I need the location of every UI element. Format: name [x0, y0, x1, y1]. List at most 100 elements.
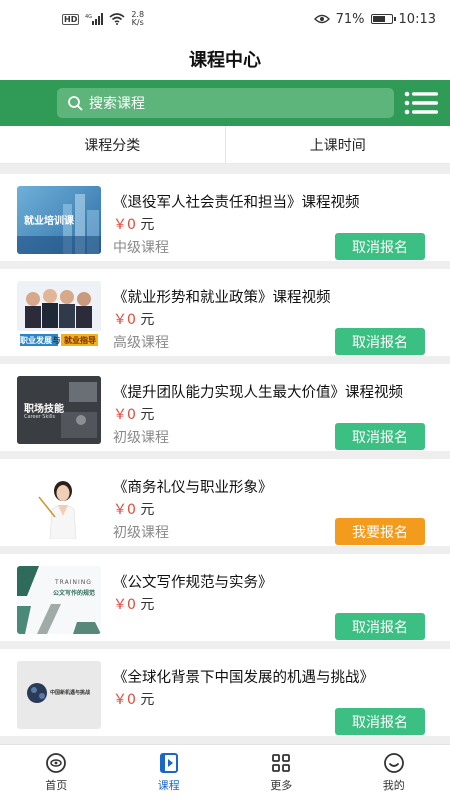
cancel-enroll-button[interactable]: 取消报名: [335, 708, 425, 735]
tab-label: 首页: [45, 779, 68, 792]
price-unit: 元: [140, 312, 155, 328]
speed-unit: K/s: [131, 18, 144, 27]
course-item[interactable]: 中国新机遇与挑战 《全球化背景下中国发展的机遇与挑战》 ￥0 元 取消报名: [0, 649, 450, 736]
course-thumbnail: 职场技能 Career Skills: [17, 376, 101, 444]
course-price: ￥0 元: [113, 499, 154, 519]
thumbnail-subcaption: 公文写作的规范: [53, 590, 96, 597]
presenter-woman-image: [17, 471, 101, 539]
tab-home[interactable]: 首页: [0, 745, 113, 800]
clock: 10:13: [398, 11, 436, 27]
course-thumbnail: [17, 471, 101, 539]
price-currency: ￥: [113, 692, 127, 708]
course-item[interactable]: 职业发展与就业指导 《就业形势和就业政策》课程视频 ￥0 元 高级课程 取消报名: [0, 269, 450, 356]
course-thumbnail: TRAINING 公文写作的规范: [17, 566, 101, 634]
page-title-bar: 课程中心: [0, 38, 450, 80]
course-item[interactable]: 就业培训课 《退役军人社会责任和担当》课程视频 ￥0 元 中级课程 取消报名: [0, 174, 450, 261]
tab-label: 课程: [157, 779, 180, 792]
price-currency: ￥: [113, 312, 127, 328]
filter-course-category[interactable]: 课程分类: [0, 126, 225, 163]
price-currency: ￥: [113, 502, 127, 518]
page-title: 课程中心: [189, 50, 261, 71]
svg-text:4G: 4G: [85, 14, 92, 20]
cancel-enroll-button[interactable]: 取消报名: [335, 613, 425, 640]
wifi-icon: [109, 13, 125, 25]
tab-more[interactable]: 更多: [225, 745, 338, 800]
tab-label: 我的: [382, 779, 405, 792]
course-price: ￥0 元: [113, 689, 154, 709]
thumbnail-caption: 中国新机遇与挑战: [50, 690, 91, 696]
status-bar: HD 4G 2.8 K/s 71% 10:13: [0, 0, 450, 38]
thumbnail-caption: 职业发展与就业指导: [20, 334, 100, 346]
smile-icon: [383, 753, 404, 773]
cancel-enroll-button[interactable]: 取消报名: [335, 328, 425, 355]
course-price: ￥0 元: [113, 214, 154, 234]
search-placeholder: 搜索课程: [89, 96, 145, 112]
tab-label: 更多: [270, 779, 293, 792]
price-currency: ￥: [113, 217, 127, 233]
tab-mine[interactable]: 我的: [338, 745, 450, 800]
price-value: 0: [127, 502, 136, 518]
course-price: ￥0 元: [113, 309, 154, 329]
thumbnail-caption-a: 职业发展: [20, 335, 52, 345]
course-item[interactable]: 《商务礼仪与职业形象》 ￥0 元 初级课程 我要报名: [0, 459, 450, 546]
course-title: 《提升团队能力实现人生最大价值》课程视频: [113, 385, 403, 401]
thumbnail-subcaption: Career Skills: [24, 414, 56, 420]
course-list: 就业培训课 《退役军人社会责任和担当》课程视频 ￥0 元 中级课程 取消报名 职…: [0, 164, 450, 744]
thumbnail-caption: 就业培训课: [24, 216, 74, 227]
menu-list-icon[interactable]: [404, 91, 438, 115]
course-level: 高级课程: [113, 335, 169, 351]
battery-percent: 71%: [335, 11, 365, 27]
battery-fill: [372, 16, 385, 22]
cancel-enroll-button[interactable]: 取消报名: [335, 233, 425, 260]
enroll-button[interactable]: 我要报名: [335, 518, 425, 545]
course-play-icon: [159, 753, 178, 773]
course-price: ￥0 元: [113, 594, 154, 614]
price-value: 0: [127, 312, 136, 328]
thumbnail-caption-c: 就业指导: [64, 335, 96, 345]
price-value: 0: [127, 597, 136, 613]
eye-comfort-icon: [313, 14, 330, 24]
course-item[interactable]: TRAINING 公文写作的规范 《公文写作规范与实务》 ￥0 元 取消报名: [0, 554, 450, 641]
price-currency: ￥: [113, 407, 127, 423]
tab-courses[interactable]: 课程: [113, 745, 226, 800]
price-unit: 元: [140, 217, 155, 233]
price-value: 0: [127, 407, 136, 423]
training-banner-image: [17, 566, 101, 634]
course-title: 《退役军人社会责任和担当》课程视频: [113, 195, 360, 211]
course-title: 《公文写作规范与实务》: [113, 575, 273, 591]
bottom-tab-bar: 首页 课程 更多 我的: [0, 744, 450, 800]
filter-bar: 课程分类 上课时间: [0, 126, 450, 164]
search-bar: 搜索课程: [0, 80, 450, 126]
price-value: 0: [127, 217, 136, 233]
course-price: ￥0 元: [113, 404, 154, 424]
price-unit: 元: [140, 407, 155, 423]
status-left: HD 4G 2.8 K/s: [62, 11, 144, 27]
course-title: 《商务礼仪与职业形象》: [113, 480, 273, 496]
filter-class-time[interactable]: 上课时间: [224, 126, 450, 163]
hd-badge: HD: [62, 13, 80, 25]
course-title: 《全球化背景下中国发展的机遇与挑战》: [113, 670, 374, 686]
course-thumbnail: 中国新机遇与挑战: [17, 661, 101, 729]
thumbnail-caption: TRAINING: [55, 579, 92, 586]
price-unit: 元: [140, 692, 155, 708]
thumbnail-caption-b: 与: [52, 335, 61, 345]
course-title: 《就业形势和就业政策》课程视频: [113, 290, 331, 306]
course-thumbnail: 职业发展与就业指导: [17, 281, 101, 349]
price-unit: 元: [140, 597, 155, 613]
cancel-enroll-button[interactable]: 取消报名: [335, 423, 425, 450]
course-level: 初级课程: [113, 430, 169, 446]
course-item[interactable]: 职场技能 Career Skills 《提升团队能力实现人生最大价值》课程视频 …: [0, 364, 450, 451]
eye-icon: [46, 753, 67, 773]
search-icon: [68, 96, 83, 111]
price-currency: ￥: [113, 597, 127, 613]
price-value: 0: [127, 692, 136, 708]
thumbnail-caption: 职场技能: [24, 404, 64, 415]
price-unit: 元: [140, 502, 155, 518]
cell-signal-icon: 4G: [85, 13, 104, 25]
course-thumbnail: 就业培训课: [17, 186, 101, 254]
search-input[interactable]: 搜索课程: [57, 88, 394, 118]
battery-icon: [370, 14, 396, 24]
course-level: 初级课程: [113, 525, 169, 541]
status-right: 71% 10:13: [313, 11, 436, 27]
course-level: 中级课程: [113, 240, 169, 256]
